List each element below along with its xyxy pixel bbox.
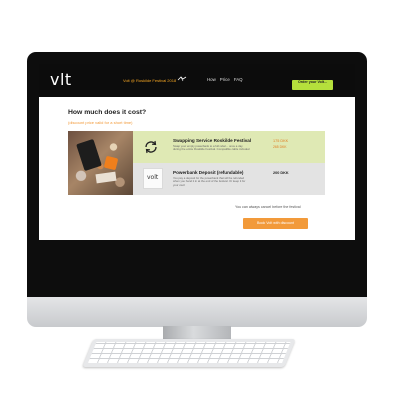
nav-links: How Price FAQ (207, 77, 243, 82)
powerbank-logo: volt (147, 174, 159, 181)
monitor-bezel (27, 240, 367, 297)
nav-link-price[interactable]: Price (220, 77, 230, 82)
page-title: How much does it cost? (68, 109, 147, 116)
site-logo[interactable]: vlt (50, 70, 72, 89)
swapping-title: Swapping Service Roskilde Festival (173, 138, 252, 143)
pricing-row-deposit: volt Powerbank Deposit (refundable) You … (133, 163, 325, 195)
deposit-title: Powerbank Deposit (refundable) (173, 170, 244, 175)
event-label: Volt @ Roskilde Festival 2018 (123, 78, 177, 83)
monitor-chin (27, 297, 367, 327)
logo-text: vlt (50, 70, 72, 89)
arrow-icon (177, 76, 187, 82)
order-button[interactable]: Order your Volt... (292, 80, 333, 90)
nav-link-how[interactable]: How (207, 77, 216, 82)
cancel-note: You can always cancel before the festiva… (235, 205, 301, 209)
swapping-price: 175 DKK (273, 139, 289, 143)
swapping-description: Swap your empty powerbank to a full rebe… (173, 144, 250, 152)
discount-note: (discount price valid for a short time) (68, 120, 133, 125)
swapping-old-price: 265 DKK (273, 145, 287, 149)
pricing-row-swapping: Swapping Service Roskilde Festival Swap … (133, 131, 325, 163)
book-button[interactable]: Book Volt with discount (243, 218, 308, 229)
pricing-section: How much does it cost? (discount price v… (39, 97, 355, 240)
deposit-description: You pay a deposit for the powerbank that… (173, 176, 246, 187)
deposit-price: 200 DKK (273, 171, 289, 175)
festival-photo (68, 131, 133, 195)
nav-link-faq[interactable]: FAQ (234, 77, 243, 82)
site-navbar: vlt Volt @ Roskilde Festival 2018 How Pr… (39, 64, 355, 97)
keyboard (82, 339, 296, 367)
swap-icon (145, 140, 157, 154)
browser-screen: vlt Volt @ Roskilde Festival 2018 How Pr… (39, 64, 355, 240)
powerbank-thumbnail: volt (143, 168, 163, 189)
